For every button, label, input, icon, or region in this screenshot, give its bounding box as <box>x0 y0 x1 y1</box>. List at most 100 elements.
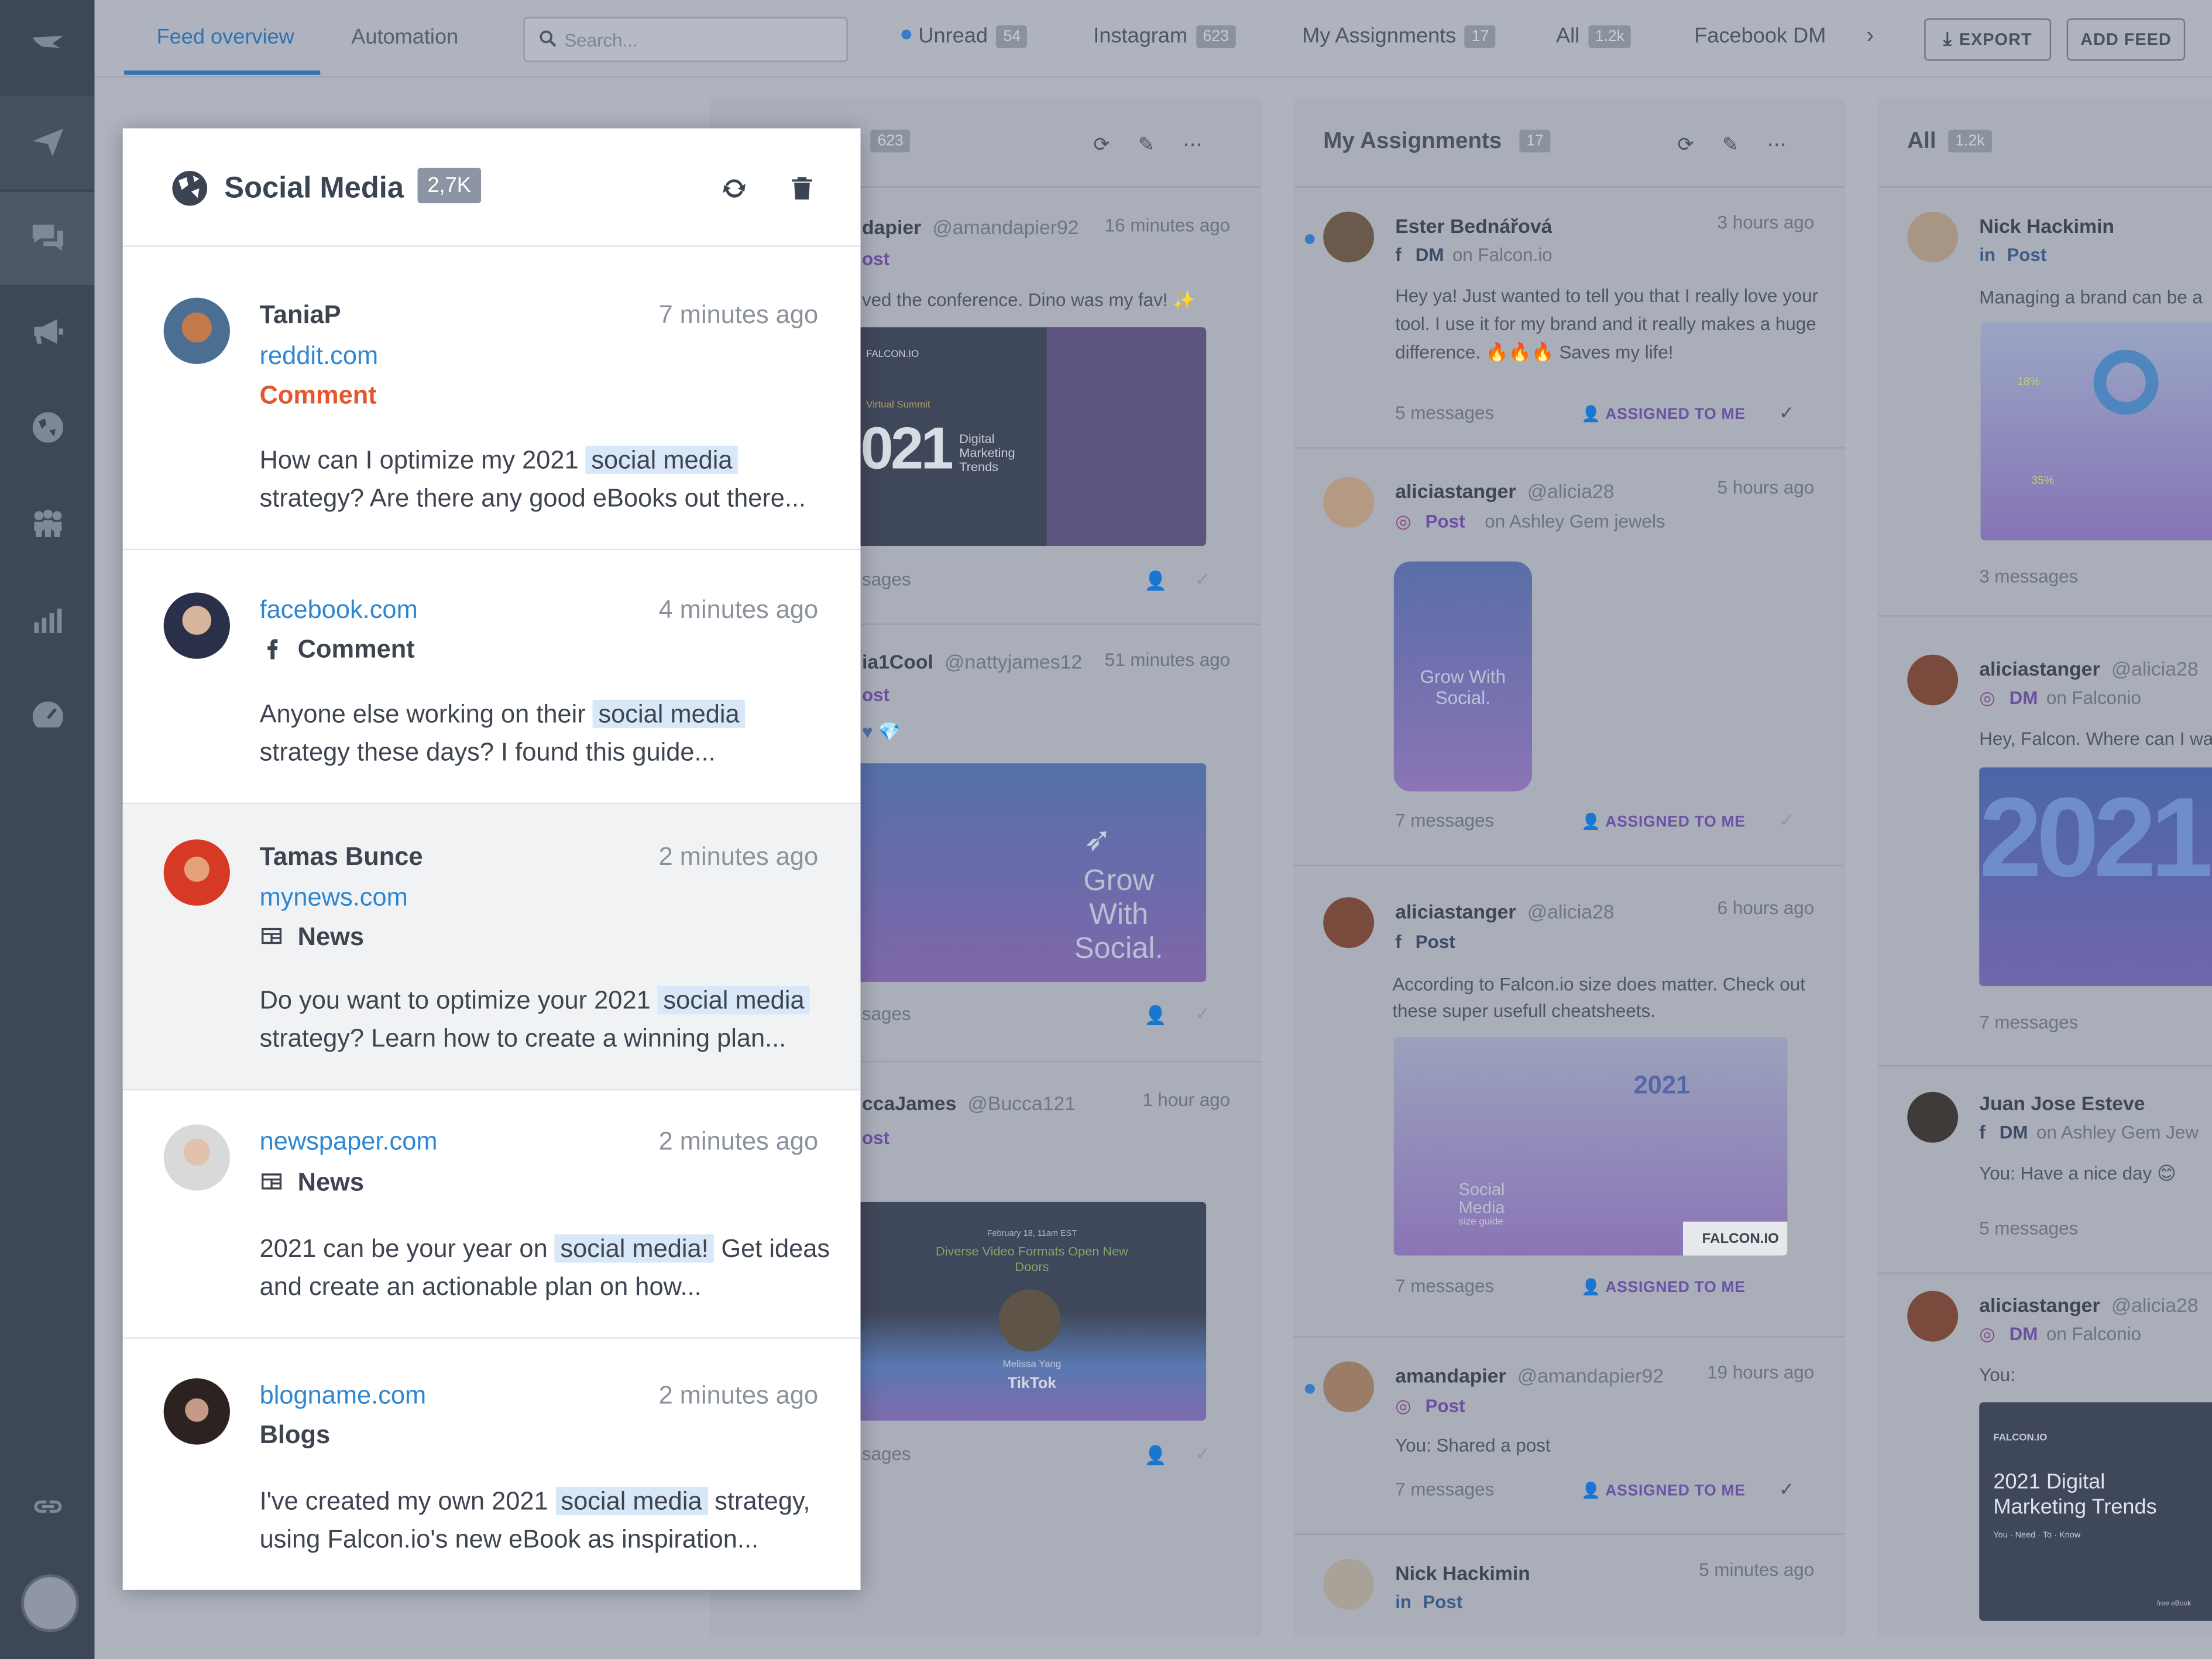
card-author: ia1Cool @nattyjames12 <box>861 650 1083 673</box>
speaker-photo <box>998 1289 1061 1352</box>
team-icon[interactable] <box>0 477 95 570</box>
card-author: aliciastanger @alicia28 <box>1395 479 1615 503</box>
feed-card[interactable]: Nick Hackimin 5 minutes ago in Post <box>1294 1535 1846 1637</box>
feed-item[interactable]: TaniaP 7 minutes ago reddit.com Comment … <box>122 247 861 551</box>
avatar <box>1323 1361 1375 1413</box>
card-author: Ester Bednářová <box>1395 214 1552 237</box>
feed-item[interactable]: blogname.com 2 minutes ago Blogs I've cr… <box>123 1339 861 1590</box>
card-type: in Post <box>1979 244 2047 266</box>
add-feed-label: ADD FEED <box>2080 29 2172 50</box>
avatar <box>163 839 230 906</box>
assigned-badge[interactable]: 👤 ASSIGNED TO ME <box>1581 1481 1745 1500</box>
feed-item[interactable]: Tamas Bunce 2 minutes ago mynews.com New… <box>122 804 861 1091</box>
feed-tab-count: 1.2k <box>1588 25 1631 48</box>
add-feed-button[interactable]: ADD FEED <box>2066 18 2186 61</box>
chevron-right-icon[interactable]: › <box>1866 24 1874 49</box>
assigned-badge[interactable]: 👤 ASSIGNED TO ME <box>1581 813 1745 831</box>
card-messages: 5 messages <box>1395 402 1495 424</box>
assigned-badge[interactable]: 👤 ASSIGNED TO ME <box>1581 1278 1745 1297</box>
check-icon[interactable]: ✓ <box>1195 1443 1210 1466</box>
feed-card[interactable]: aliciastanger @alicia28 6 hours ago f Post… <box>1293 866 1846 1338</box>
feed-tab-label: Unread <box>918 23 988 48</box>
item-type: News <box>260 923 364 953</box>
tab-automation[interactable]: Automation <box>351 25 458 49</box>
item-text: I've created my own 2021 social media st… <box>259 1486 810 1554</box>
feed-item[interactable]: facebook.com 4 minutes ago Comment Anyon… <box>122 550 861 805</box>
feed-tab-facebook-dm[interactable]: Facebook DM <box>1694 24 1826 48</box>
social-media-feed-popup: Social Media 2,7K TaniaP 7 minutes ago r… <box>122 128 861 1590</box>
keyword-highlight: social media <box>555 1486 708 1516</box>
paper-plane-icon[interactable] <box>0 95 95 190</box>
item-source[interactable]: mynews.com <box>260 883 408 913</box>
item-source[interactable]: newspaper.com <box>260 1127 438 1157</box>
bar-chart-icon[interactable] <box>0 573 95 666</box>
export-button[interactable]: ⤓ EXPORT <box>1924 18 2052 61</box>
feed-card[interactable]: aliciastanger @alicia28 ◎ DM on Falconio Yo… <box>1878 1274 2212 1637</box>
check-icon[interactable]: ✓ <box>1779 810 1794 833</box>
card-text: Hey ya! Just wanted to tell you that I r… <box>1395 284 1819 363</box>
speedometer-icon[interactable] <box>0 669 95 762</box>
search-icon <box>540 30 557 47</box>
left-rail <box>0 0 95 1659</box>
feed-tab-my-assignments[interactable]: My Assignments 17 <box>1302 24 1496 48</box>
check-icon[interactable]: ✓ <box>1195 1003 1210 1026</box>
trash-icon[interactable] <box>789 175 816 202</box>
feed-tab-instagram[interactable]: Instagram 623 <box>1093 24 1236 48</box>
feed-card[interactable]: aliciastanger @alicia28 5 hours ago ◎ Post… <box>1293 449 1846 867</box>
assign-user-icon[interactable]: 👤 <box>1144 1004 1167 1027</box>
check-icon[interactable]: ✓ <box>1779 402 1794 425</box>
feed-tab-all[interactable]: All 1.2k <box>1556 24 1631 48</box>
card-time: 1 hour ago <box>1142 1089 1231 1111</box>
card-author: Nick Hackimin <box>1395 1561 1530 1585</box>
card-text: You: Shared a post <box>1395 1434 1551 1456</box>
feed-card[interactable]: Ester Bednářová 3 hours ago f DM on Falcon… <box>1293 188 1846 449</box>
feed-card[interactable]: Nick Hackimin in Post Managing a brand ca… <box>1877 188 2212 617</box>
facebook-icon <box>267 639 278 660</box>
check-icon[interactable]: ✓ <box>1779 1478 1794 1501</box>
card-text: According to Falcon.io size does matter.… <box>1392 973 1805 1022</box>
assign-user-icon[interactable]: 👤 <box>1144 570 1167 593</box>
item-source[interactable]: reddit.com <box>260 341 379 371</box>
card-messages: 7 messages <box>1395 809 1495 831</box>
assign-user-icon[interactable]: 👤 <box>1144 1445 1167 1468</box>
item-time: 2 minutes ago <box>658 1127 819 1156</box>
feed-tab-label: My Assignments <box>1302 23 1457 48</box>
link-icon[interactable] <box>0 1460 95 1553</box>
image-stat: 35% <box>2031 473 2055 487</box>
image-year: 2021 <box>1633 1070 1691 1099</box>
item-time: 2 minutes ago <box>658 842 819 871</box>
check-icon[interactable]: ✓ <box>1195 569 1210 592</box>
chat-bubbles-icon[interactable] <box>0 191 95 285</box>
falcon-logo-icon[interactable] <box>0 0 95 93</box>
post-image: 18% 35% <box>1980 321 2212 541</box>
item-text: Anyone else working on their social medi… <box>260 695 838 771</box>
refresh-icon[interactable] <box>721 175 748 202</box>
post-image: Grow With Social. ➶ <box>857 763 1207 982</box>
tab-feed-overview[interactable]: Feed overview <box>157 25 294 49</box>
column-actions[interactable]: ⟳✎⋯ <box>1677 133 1815 157</box>
image-collage <box>1046 327 1207 546</box>
item-type: Blogs <box>259 1420 331 1449</box>
feed-tab-unread[interactable]: Unread 54 <box>901 24 1028 48</box>
column-count: 623 <box>870 129 911 153</box>
globe-icon[interactable] <box>0 381 95 474</box>
avatar <box>1323 211 1375 263</box>
user-avatar[interactable] <box>21 1574 79 1633</box>
megaphone-icon[interactable] <box>0 285 95 378</box>
feed-card[interactable]: Juan Jose Esteve f DM on Ashley Gem Jew Yo… <box>1877 1066 2212 1274</box>
search-input[interactable]: Search... <box>523 16 848 63</box>
column-actions[interactable]: ⟳✎⋯ <box>1093 133 1231 157</box>
item-source[interactable]: facebook.com <box>260 595 418 625</box>
item-author: TaniaP <box>259 300 341 329</box>
feed-item[interactable]: newspaper.com 2 minutes ago News 2021 ca… <box>122 1090 861 1339</box>
card-time: 5 minutes ago <box>1699 1558 1815 1580</box>
user-icon: 👤 <box>1581 1279 1606 1297</box>
card-author: aliciastanger @alicia28 <box>1979 1293 2199 1317</box>
feed-tab-count: 54 <box>996 25 1028 48</box>
feed-card[interactable]: amandapier @amandapier92 19 hours ago ◎ Po… <box>1293 1337 1846 1535</box>
item-source[interactable]: blogname.com <box>260 1381 427 1411</box>
assigned-badge[interactable]: 👤 ASSIGNED TO ME <box>1581 405 1745 423</box>
card-time: 19 hours ago <box>1707 1361 1815 1383</box>
feed-card[interactable]: aliciastanger @alicia28 ◎ DM on Falconio He… <box>1877 616 2212 1067</box>
avatar <box>1907 654 1959 706</box>
